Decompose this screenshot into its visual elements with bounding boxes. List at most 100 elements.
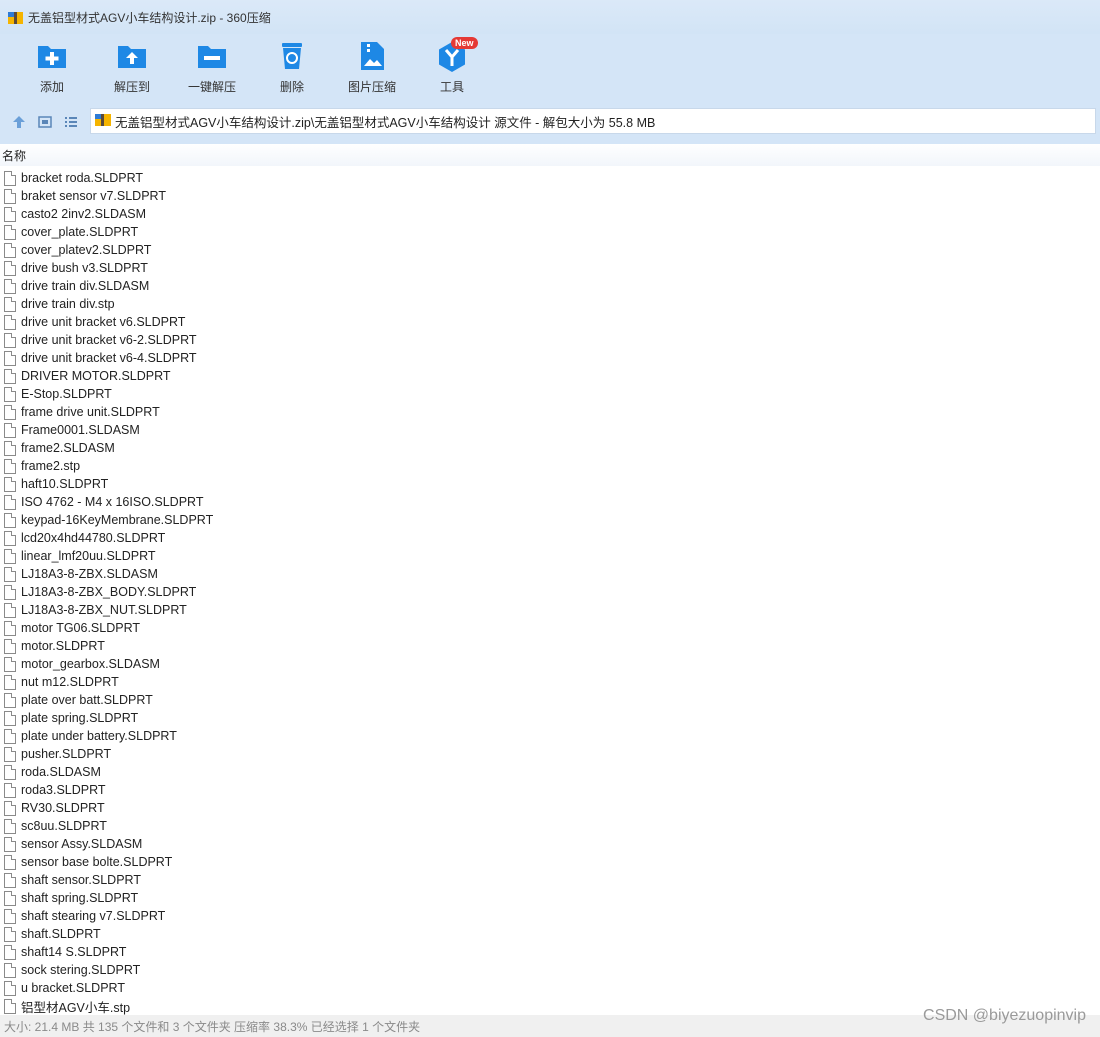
list-item[interactable]: E-Stop.SLDPRT [0,385,1100,403]
list-item[interactable]: haft10.SLDPRT [0,475,1100,493]
list-item[interactable]: sensor Assy.SLDASM [0,835,1100,853]
list-item[interactable]: LJ18A3-8-ZBX_BODY.SLDPRT [0,583,1100,601]
list-item[interactable]: roda.SLDASM [0,763,1100,781]
list-item[interactable]: pusher.SLDPRT [0,745,1100,763]
list-item[interactable]: cover_plate.SLDPRT [0,223,1100,241]
file-name: drive unit bracket v6-2.SLDPRT [21,333,197,347]
file-icon [4,476,16,492]
file-name: shaft sensor.SLDPRT [21,873,141,887]
file-icon [4,728,16,744]
list-item[interactable]: shaft stearing v7.SLDPRT [0,907,1100,925]
list-item[interactable]: LJ18A3-8-ZBX.SLDASM [0,565,1100,583]
file-name: shaft spring.SLDPRT [21,891,139,905]
file-icon [4,332,16,348]
file-icon [4,818,16,834]
list-item[interactable]: shaft spring.SLDPRT [0,889,1100,907]
list-item[interactable]: plate spring.SLDPRT [0,709,1100,727]
file-icon [4,872,16,888]
list-item[interactable]: shaft.SLDPRT [0,925,1100,943]
list-item[interactable]: drive unit bracket v6-2.SLDPRT [0,331,1100,349]
file-name: frame2.SLDASM [21,441,115,455]
list-item[interactable]: sc8uu.SLDPRT [0,817,1100,835]
one-click-extract-icon [196,40,228,72]
list-item[interactable]: drive unit bracket v6-4.SLDPRT [0,349,1100,367]
list-item[interactable]: motor_gearbox.SLDASM [0,655,1100,673]
list-item[interactable]: drive unit bracket v6.SLDPRT [0,313,1100,331]
tools-label: 工具 [439,80,464,94]
list-item[interactable]: ISO 4762 - M4 x 16ISO.SLDPRT [0,493,1100,511]
list-item[interactable]: u bracket.SLDPRT [0,979,1100,997]
list-item[interactable]: plate over batt.SLDPRT [0,691,1100,709]
list-item[interactable]: LJ18A3-8-ZBX_NUT.SLDPRT [0,601,1100,619]
archive-icon [8,10,23,25]
list-view-icon[interactable] [58,109,84,135]
one-click-extract-button[interactable]: 一键解压 [172,34,252,100]
file-name: plate spring.SLDPRT [21,711,139,725]
list-item[interactable]: frame2.stp [0,457,1100,475]
list-item[interactable]: shaft sensor.SLDPRT [0,871,1100,889]
list-item[interactable]: Frame0001.SLDASM [0,421,1100,439]
extract-to-button[interactable]: 解压到 [92,34,172,100]
file-icon [4,980,16,996]
delete-button[interactable]: 删除 [252,34,332,100]
list-item[interactable]: drive train div.stp [0,295,1100,313]
file-icon [4,962,16,978]
file-icon [4,404,16,420]
thumbnail-view-icon[interactable] [32,109,58,135]
file-icon [4,656,16,672]
list-item[interactable]: keypad-16KeyMembrane.SLDPRT [0,511,1100,529]
list-item[interactable]: frame2.SLDASM [0,439,1100,457]
list-item[interactable]: lcd20x4hd44780.SLDPRT [0,529,1100,547]
file-icon [4,242,16,258]
file-icon [4,422,16,438]
file-icon [4,746,16,762]
file-name: shaft14 S.SLDPRT [21,945,127,959]
delete-label: 删除 [279,80,304,94]
list-item[interactable]: sensor base bolte.SLDPRT [0,853,1100,871]
column-header-name[interactable]: 名称 [0,144,1100,166]
list-item[interactable]: roda3.SLDPRT [0,781,1100,799]
list-item[interactable]: RV30.SLDPRT [0,799,1100,817]
file-icon [4,260,16,276]
file-name: cover_plate.SLDPRT [21,225,139,239]
image-compress-label: 图片压缩 [347,80,396,94]
list-item[interactable]: bracket roda.SLDPRT [0,169,1100,187]
image-compress-button[interactable]: 图片压缩 [332,34,412,100]
list-item[interactable]: motor.SLDPRT [0,637,1100,655]
file-icon [4,296,16,312]
file-name: LJ18A3-8-ZBX.SLDASM [21,567,158,581]
file-icon [4,530,16,546]
list-item[interactable]: plate under battery.SLDPRT [0,727,1100,745]
file-icon [4,620,16,636]
file-name: drive train div.SLDASM [21,279,150,293]
list-item[interactable]: cover_platev2.SLDPRT [0,241,1100,259]
file-name: u bracket.SLDPRT [21,981,125,995]
file-icon [4,170,16,186]
up-arrow-icon[interactable] [6,109,32,135]
file-icon [4,782,16,798]
file-name: casto2 2inv2.SLDASM [21,207,147,221]
file-icon [4,188,16,204]
list-item[interactable]: sock stering.SLDPRT [0,961,1100,979]
list-item[interactable]: nut m12.SLDPRT [0,673,1100,691]
list-item[interactable]: braket sensor v7.SLDPRT [0,187,1100,205]
list-item[interactable]: frame drive unit.SLDPRT [0,403,1100,421]
list-item[interactable]: drive train div.SLDASM [0,277,1100,295]
list-item[interactable]: shaft14 S.SLDPRT [0,943,1100,961]
file-name: keypad-16KeyMembrane.SLDPRT [21,513,214,527]
list-item[interactable]: casto2 2inv2.SLDASM [0,205,1100,223]
address-bar[interactable]: 无盖铝型材式AGV小车结构设计.zip\无盖铝型材式AGV小车结构设计 源文件 … [90,108,1096,134]
list-item[interactable]: drive bush v3.SLDPRT [0,259,1100,277]
list-item[interactable]: motor TG06.SLDPRT [0,619,1100,637]
add-button[interactable]: 添加 [12,34,92,100]
file-icon [4,602,16,618]
file-name: motor TG06.SLDPRT [21,621,141,635]
file-name: ISO 4762 - M4 x 16ISO.SLDPRT [21,495,204,509]
file-name: frame drive unit.SLDPRT [21,405,160,419]
file-name: drive train div.stp [21,297,115,311]
file-name: shaft.SLDPRT [21,927,101,941]
file-name: cover_platev2.SLDPRT [21,243,152,257]
list-item[interactable]: DRIVER MOTOR.SLDPRT [0,367,1100,385]
watermark-text: CSDN @biyezuopinvip [923,1007,1086,1024]
list-item[interactable]: linear_lmf20uu.SLDPRT [0,547,1100,565]
